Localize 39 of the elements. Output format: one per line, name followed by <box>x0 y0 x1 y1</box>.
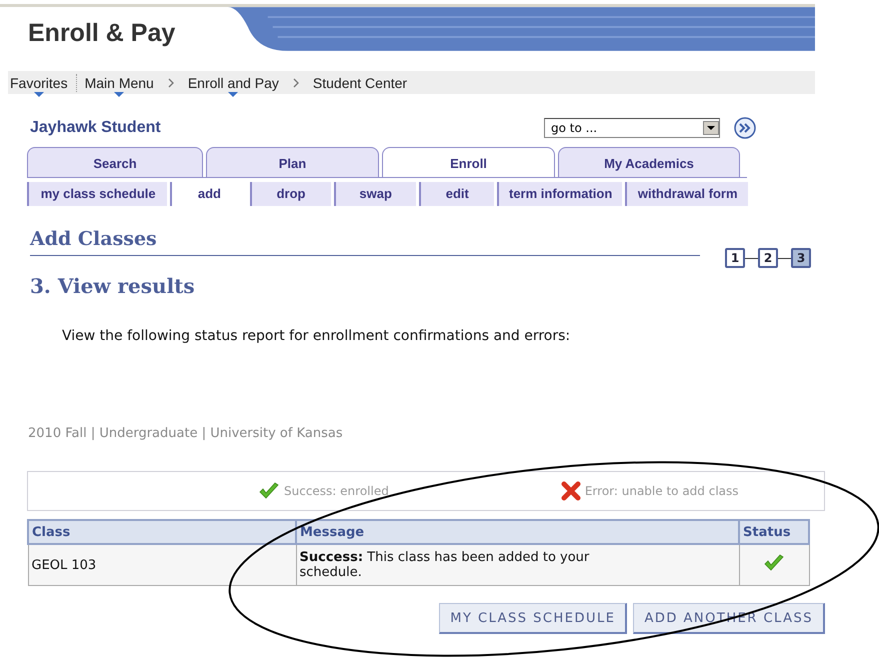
step-title: 3. View results <box>30 274 196 298</box>
tab[interactable]: Search <box>27 147 203 177</box>
chevron-icon <box>168 78 174 88</box>
subtab[interactable]: withdrawal form <box>625 182 748 206</box>
breadcrumb-link[interactable]: Student Center <box>310 74 410 90</box>
step-indicator: 3 <box>791 248 811 268</box>
column-header: Message <box>296 520 739 544</box>
tab[interactable]: My Academics <box>558 147 740 177</box>
tab[interactable]: Plan <box>206 147 379 177</box>
breadcrumb-link[interactable]: Enroll and Pay <box>186 74 281 90</box>
cross-icon <box>560 481 581 501</box>
legend-label: Error: unable to add class <box>584 484 739 498</box>
tab[interactable]: Enroll <box>382 147 555 177</box>
subtab[interactable]: swap <box>334 182 416 206</box>
go-button-icon <box>734 117 756 139</box>
table-cell-text: Success: This class has been added to your schedule. <box>300 550 590 580</box>
column-header: Class <box>28 520 296 544</box>
section-title: Add Classes <box>30 228 700 256</box>
check-icon <box>258 482 280 500</box>
table-cell: GEOL 103 <box>28 544 296 586</box>
dropdown-icon <box>703 121 719 135</box>
breadcrumb-link[interactable]: Main Menu <box>82 74 156 90</box>
subtab[interactable]: term information <box>496 182 622 206</box>
subtab[interactable]: edit <box>418 182 494 206</box>
check-icon <box>763 554 785 572</box>
term-info: 2010 Fall | Undergraduate | University of Kansas <box>28 426 344 441</box>
breadcrumb-link[interactable]: Favorites <box>8 74 70 90</box>
action-button[interactable]: MY CLASS SCHEDULE <box>439 603 628 634</box>
chevron-icon <box>292 78 299 88</box>
goto-dropdown[interactable]: go to ... <box>544 118 720 138</box>
step-indicator: 2 <box>758 248 778 268</box>
legend-label: Success: enrolled <box>284 484 389 498</box>
instructions-text: View the following status report for enrollment confirmations and errors: <box>62 328 572 344</box>
subtab[interactable]: my class schedule <box>27 182 168 206</box>
subtab[interactable]: drop <box>250 182 331 206</box>
step-indicator: 1 <box>725 248 745 268</box>
page-title: Enroll & Pay <box>27 18 176 49</box>
student-name: Jayhawk Student <box>30 119 162 137</box>
column-header: Status <box>739 520 809 544</box>
